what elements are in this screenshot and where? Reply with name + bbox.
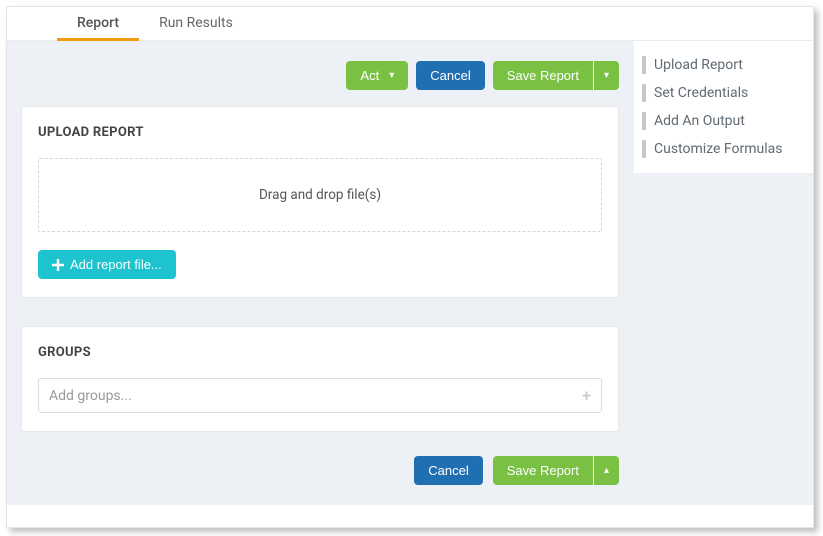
- sidebar-marker: [642, 56, 646, 74]
- tab-run-results[interactable]: Run Results: [139, 7, 253, 40]
- chevron-down-icon: ▾: [604, 71, 609, 81]
- save-report-split-bottom: Save Report ▴: [493, 456, 619, 485]
- tab-report[interactable]: Report: [57, 7, 139, 40]
- groups-card: GROUPS Add groups... +: [21, 326, 619, 432]
- body-row: Act ▾ Cancel Save Report ▾ UPLOAD REPORT…: [7, 41, 813, 505]
- add-file-label: Add report file...: [70, 258, 162, 271]
- dropzone-text: Drag and drop file(s): [259, 187, 381, 203]
- sidebar-item-set-credentials[interactable]: Set Credentials: [634, 79, 813, 107]
- sidebar-item-label: Customize Formulas: [654, 141, 782, 157]
- top-toolbar: Act ▾ Cancel Save Report ▾: [21, 41, 619, 106]
- sidebar-marker: [642, 84, 646, 102]
- sidebar-item-customize-formulas[interactable]: Customize Formulas: [634, 135, 813, 163]
- act-button[interactable]: Act ▾: [346, 61, 408, 90]
- plus-icon: [52, 259, 64, 271]
- sidebar-marker: [642, 140, 646, 158]
- sidebar-item-label: Upload Report: [654, 57, 743, 73]
- save-report-caret[interactable]: ▾: [594, 61, 619, 90]
- file-dropzone[interactable]: Drag and drop file(s): [38, 158, 602, 232]
- plus-icon[interactable]: +: [582, 386, 591, 405]
- sidebar-item-add-output[interactable]: Add An Output: [634, 107, 813, 135]
- save-report-caret-bottom[interactable]: ▴: [594, 456, 619, 485]
- tab-bar: Report Run Results: [7, 7, 813, 41]
- save-report-button-bottom[interactable]: Save Report: [493, 456, 593, 485]
- groups-input[interactable]: Add groups... +: [38, 378, 602, 413]
- groups-title: GROUPS: [38, 345, 602, 360]
- save-report-button[interactable]: Save Report: [493, 61, 593, 90]
- sidebar-item-label: Set Credentials: [654, 85, 748, 101]
- act-label: Act: [360, 69, 379, 82]
- upload-report-card: UPLOAD REPORT Drag and drop file(s) Add …: [21, 106, 619, 298]
- save-report-split: Save Report ▾: [493, 61, 619, 90]
- groups-placeholder: Add groups...: [49, 388, 132, 404]
- bottom-toolbar: Cancel Save Report ▴: [21, 450, 619, 505]
- sidebar: Upload Report Set Credentials Add An Out…: [633, 41, 813, 173]
- sidebar-item-upload-report[interactable]: Upload Report: [634, 51, 813, 79]
- upload-report-title: UPLOAD REPORT: [38, 125, 602, 140]
- app-frame: Report Run Results Act ▾ Cancel Save Rep…: [6, 6, 814, 528]
- sidebar-item-label: Add An Output: [654, 113, 745, 129]
- chevron-up-icon: ▴: [604, 466, 609, 476]
- cancel-button[interactable]: Cancel: [416, 61, 484, 90]
- chevron-down-icon: ▾: [389, 71, 394, 81]
- main-column: Act ▾ Cancel Save Report ▾ UPLOAD REPORT…: [7, 41, 633, 505]
- sidebar-marker: [642, 112, 646, 130]
- add-report-file-button[interactable]: Add report file...: [38, 250, 176, 279]
- cancel-button-bottom[interactable]: Cancel: [414, 456, 482, 485]
